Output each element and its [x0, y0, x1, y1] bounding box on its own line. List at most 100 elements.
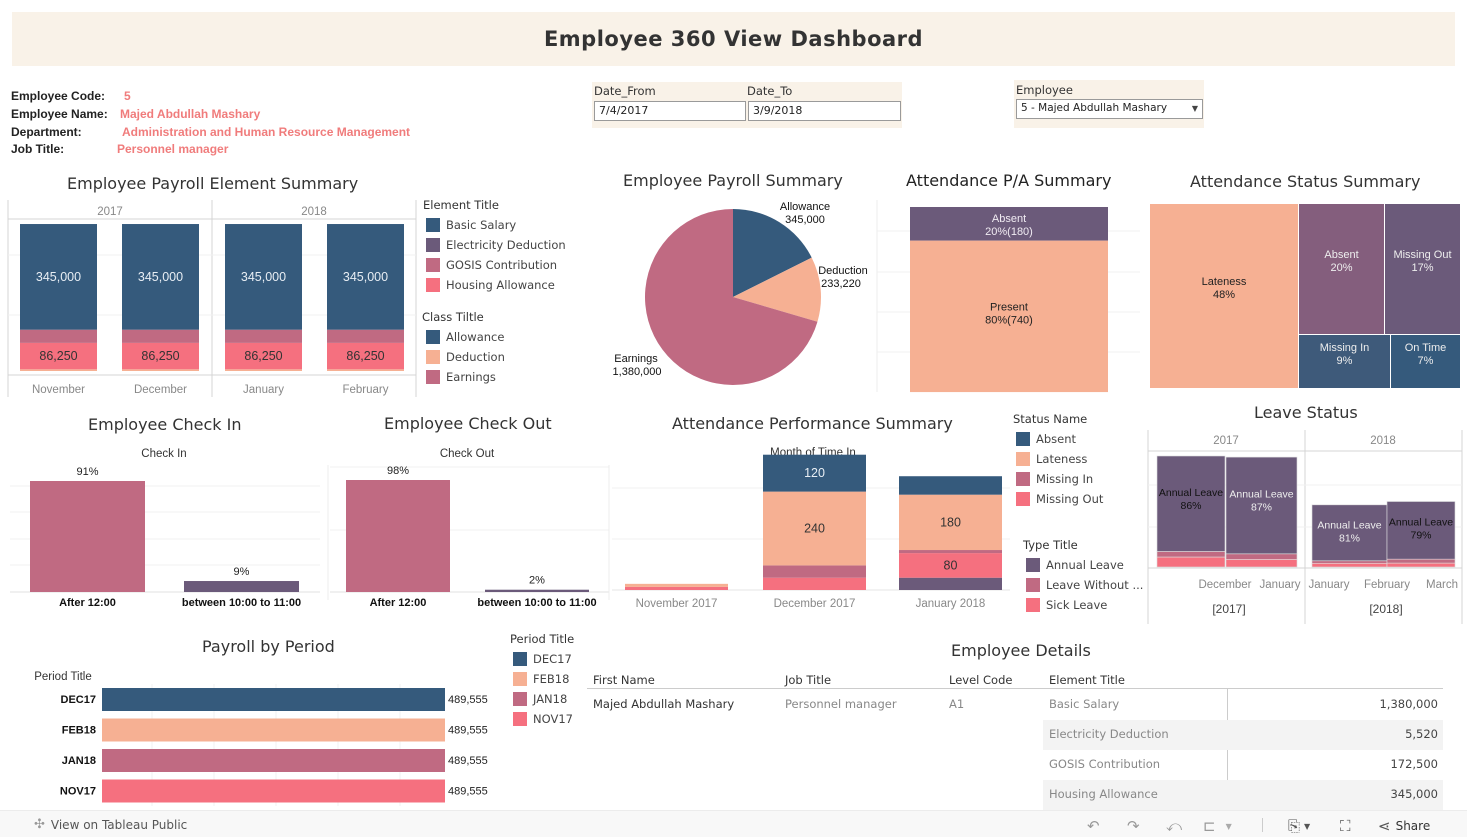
fullscreen-button[interactable]: ⛶ — [1340, 817, 1351, 835]
cell-element-title: Electricity Deduction — [1049, 727, 1169, 741]
x-tick-label: February — [1364, 579, 1410, 591]
year-axis-label: [2017] — [1212, 602, 1245, 616]
refresh-icon: ⊏ — [1203, 817, 1216, 835]
leave-label-value: 86% — [1180, 500, 1201, 512]
bar-segment — [225, 329, 302, 343]
bar-segment — [899, 550, 1002, 554]
treemap-label-value: 48% — [1213, 289, 1235, 301]
y-tick-label: DEC17 — [61, 694, 96, 706]
share-label: Share — [1395, 819, 1431, 833]
leave-label-name: Annual Leave — [1317, 519, 1381, 531]
revert-button[interactable]: ⤺ — [1166, 817, 1182, 835]
pie-label-name: Earnings — [614, 353, 658, 365]
cell-element-title: GOSIS Contribution — [1049, 757, 1161, 771]
x-tick-label: March — [1426, 579, 1458, 591]
bar-value-label: 489,555 — [448, 786, 488, 798]
table-header-divider — [587, 688, 1443, 689]
x-tick-label: December 2017 — [774, 598, 856, 610]
bar-value-label: 91% — [76, 466, 98, 478]
revert-icon: ⤺ — [1166, 817, 1183, 835]
pie-label-value: 233,220 — [821, 278, 861, 290]
x-tick-label: February — [342, 384, 388, 396]
download-icon: ⎘ — [1288, 817, 1301, 835]
x-tick-label: between 10:00 to 11:00 — [182, 597, 301, 609]
bar-segment — [763, 565, 866, 578]
year-header: 2018 — [1370, 435, 1396, 447]
cell-element-value: 345,000 — [1390, 787, 1438, 801]
x-tick-label: between 10:00 to 11:00 — [477, 597, 596, 609]
pa-segment-value: 80%(740) — [985, 315, 1033, 327]
y-tick-label: FEB18 — [62, 725, 96, 737]
leave-label-value: 87% — [1251, 502, 1272, 514]
cell-first-name: Majed Abdullah Mashary — [593, 697, 735, 711]
tableau-logo-icon: ✣ — [34, 817, 45, 832]
bar-value-label: 86,250 — [39, 349, 77, 363]
x-tick-label: December — [134, 384, 187, 396]
refresh-button[interactable]: ⊏ ▼ — [1203, 817, 1232, 835]
chart-subtitle: Check Out — [440, 448, 495, 460]
col-header-job-title[interactable]: Job Title — [785, 673, 831, 687]
bar-value-label: 489,555 — [448, 755, 488, 767]
leave-segment-sick — [1386, 562, 1456, 568]
x-tick-label: January — [243, 384, 284, 396]
treemap-label-name: Missing In — [1320, 342, 1370, 354]
treemap-label-name: Missing Out — [1393, 249, 1451, 261]
bar — [346, 480, 450, 592]
bar-segment — [763, 577, 866, 590]
treemap-label-value: 9% — [1337, 355, 1353, 367]
share-button[interactable]: ⋖ Share — [1378, 817, 1430, 835]
bar-value-label: 345,000 — [36, 270, 81, 284]
view-on-tableau-link[interactable]: ✣ View on Tableau Public — [34, 817, 187, 832]
download-button[interactable]: ⎘ ▼ — [1288, 817, 1310, 835]
cell-element-title: Housing Allowance — [1049, 787, 1158, 801]
bar-value-label: 345,000 — [241, 270, 286, 284]
bar-value-label: 345,000 — [343, 270, 388, 284]
bar-segment — [122, 369, 199, 371]
bar-segment — [899, 577, 1002, 590]
treemap-label-value: 17% — [1411, 262, 1433, 274]
y-tick-label: JAN18 — [62, 755, 96, 767]
leave-segment-sick — [1311, 562, 1388, 568]
year-axis-label: [2018] — [1369, 602, 1402, 616]
pa-segment-name: Absent — [992, 213, 1026, 225]
bar — [102, 779, 445, 803]
bar-value-label: 9% — [234, 566, 250, 578]
bar — [102, 718, 445, 742]
bar-segment — [225, 369, 302, 371]
treemap-label-name: Absent — [1324, 249, 1358, 261]
bar-value-label: 2% — [529, 575, 545, 587]
leave-label-name: Annual Leave — [1389, 517, 1453, 529]
share-icon: ⋖ — [1378, 817, 1391, 835]
col-header-level-code[interactable]: Level Code — [949, 673, 1012, 687]
bar-segment — [20, 329, 97, 343]
treemap-label-value: 7% — [1418, 355, 1434, 367]
x-tick-label: January — [1309, 579, 1350, 591]
bar-segment — [625, 586, 728, 590]
leave-segment-sick — [1225, 559, 1298, 568]
bar-value-label: 86,250 — [141, 349, 179, 363]
toolbar-divider — [1262, 818, 1263, 832]
redo-button[interactable]: ↷ — [1127, 817, 1140, 835]
bar-segment — [899, 476, 1002, 495]
treemap-label-name: On Time — [1405, 342, 1447, 354]
bar — [184, 581, 299, 592]
year-header: 2017 — [1213, 435, 1239, 447]
chart-subtitle: Check In — [141, 448, 186, 460]
bar-value-label: 120 — [804, 466, 825, 480]
x-tick-label: January 2018 — [916, 598, 986, 610]
undo-button[interactable]: ↶ — [1087, 817, 1100, 835]
bar-segment — [327, 369, 404, 371]
bar-value-label: 98% — [387, 465, 409, 477]
leave-segment-without-pay — [1386, 558, 1456, 564]
leave-label-value: 79% — [1410, 530, 1431, 542]
axis-title: Period Title — [34, 671, 92, 683]
year-header: 2017 — [97, 206, 123, 218]
bar — [485, 589, 589, 592]
col-header-element-title[interactable]: Element Title — [1049, 673, 1125, 687]
x-tick-label: December — [1198, 579, 1251, 591]
bar-value-label: 180 — [940, 515, 961, 529]
y-tick-label: NOV17 — [60, 786, 96, 798]
cell-element-value: 5,520 — [1405, 727, 1438, 741]
col-header-first-name[interactable]: First Name — [593, 673, 655, 687]
bar-segment — [122, 329, 199, 343]
